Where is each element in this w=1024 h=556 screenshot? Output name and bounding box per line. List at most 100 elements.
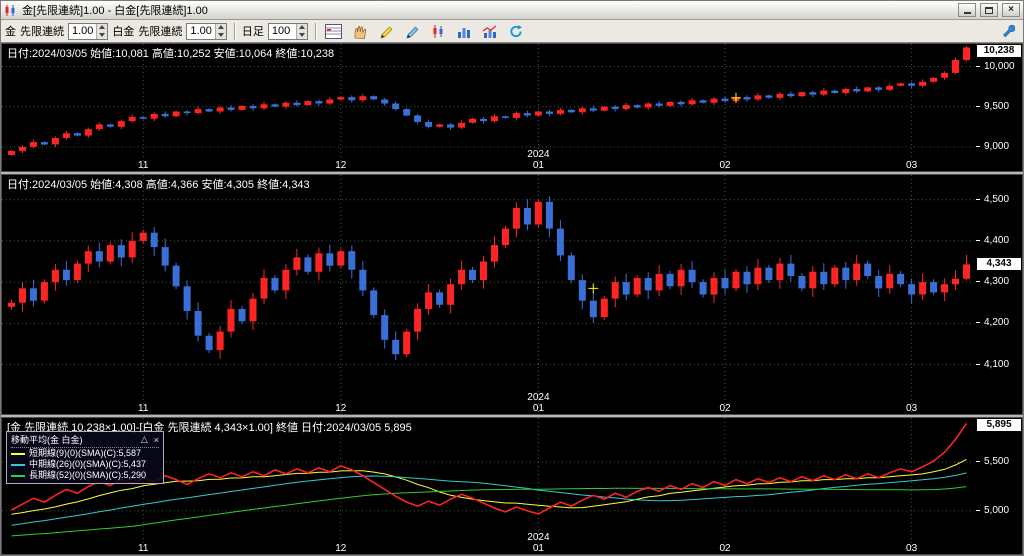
hand-icon [355,25,367,39]
candle-body [150,232,158,248]
x-axis-month-label: 03 [906,543,918,554]
ratio2-spinner[interactable]: 1.00 [186,22,227,40]
gold-chart-panel[interactable]: 11 12 01 2024 02 03 10,000 9,500 9,000 日付:2024/… [1,43,1023,172]
candle-body [765,95,773,98]
candle-body [842,89,850,93]
candle-body [216,331,224,351]
bar-line-chart-type-button[interactable] [479,21,501,41]
titlebar[interactable]: 金[先限連続]1.00 - 白金[先限連続]1.00 × [1,1,1023,20]
candle-body [293,257,301,270]
candle-body [161,247,169,266]
candle-body [117,245,125,258]
close-icon: × [1008,4,1014,15]
candle-body [128,117,136,122]
candle-body [963,264,970,279]
ratio1-spinner[interactable]: 1.00 [68,22,109,40]
candle-body [183,111,191,114]
candle-chart-type-button[interactable] [427,21,449,41]
x-axis-month-label: 01 [533,403,545,414]
candle-body [534,201,542,225]
candle-body [864,263,872,276]
legend-item: 長期線(52)(0)(SMA)(C):5,290 [11,470,159,481]
quote-board-button[interactable] [323,21,345,41]
candle-body [40,142,48,145]
candle-body [249,105,257,109]
legend-close-icon[interactable]: × [154,435,159,445]
close-button[interactable]: × [1002,3,1020,17]
candle-body [864,87,872,92]
y-axis-label: 5,500 [976,456,1009,467]
candle-body [337,97,345,100]
ma-legend[interactable]: 移動平均(金 白金) △ × 短期線(9)(0)(SMA)(C):5,587 中期… [6,431,164,484]
legend-collapse-icon[interactable]: △ [141,434,148,445]
candle-body [688,269,696,283]
candle-body [941,284,949,293]
candle-body [491,245,498,262]
refresh-button[interactable] [505,21,527,41]
minimize-button[interactable] [958,3,976,17]
candle-body [545,201,553,229]
y-axis-label: 10,000 [976,61,1015,72]
candle-body [578,280,586,301]
candle-body [40,282,48,301]
candle-body [425,122,433,127]
candle-body [8,302,15,307]
candle-body [842,267,850,281]
ratio2-spin-buttons[interactable] [214,23,226,39]
x-axis-month-label: 11 [138,160,149,171]
spread-last-price-badge: 5,895 [977,419,1021,431]
candle-body [754,267,762,285]
candle-body [436,124,444,127]
candle-body [216,107,224,112]
spread-chart-panel[interactable]: 11 12 01 2024 02 03 5,500 5,000 [金 先限連続 10,238… [1,417,1023,555]
spin-up-icon[interactable] [97,23,108,31]
candle-body [326,99,334,104]
candle-body [227,107,235,110]
bar-line-chart-icon [482,25,497,38]
hand-tool-button[interactable] [349,21,371,41]
candle-body [600,106,608,111]
crosshair-marker [588,283,599,294]
chart-settings-button[interactable] [997,21,1019,41]
spread-y-axis: 5,500 5,000 [976,418,1022,554]
spin-down-icon[interactable] [97,31,108,39]
candle-body [688,100,696,105]
spin-down-icon[interactable] [296,31,307,39]
platinum-plot[interactable]: 11 12 012024 02 03 [2,175,976,414]
candle-body [831,90,839,93]
bar-count-spinner[interactable]: 100 [267,22,308,40]
candle-body [611,106,619,110]
spin-down-icon[interactable] [215,31,226,39]
candle-body [73,263,81,281]
refresh-icon [510,24,522,37]
bar-count-spin-buttons[interactable] [295,23,307,39]
candle-body [414,115,422,122]
ratio1-spin-buttons[interactable] [96,23,108,39]
maximize-button[interactable] [980,3,998,17]
spin-up-icon[interactable] [215,23,226,31]
candle-body [633,105,641,108]
candle-body [666,101,674,106]
platinum-chart-panel[interactable]: 11 12 01 2024 02 03 4,500 4,400 4,300 4,200 4,100… [1,174,1023,415]
candle-body [150,113,158,119]
spin-up-icon[interactable] [296,23,307,31]
candle-body [139,117,147,119]
legend-item-label: 中期線(26)(0)(SMA)(C):5,437 [29,459,147,469]
candle-body [62,133,70,138]
toolbar: 金 先限連続 1.00 白金 先限連続 1.00 日足 100 [1,20,1023,43]
candle-body [8,150,15,155]
candle-body [644,278,652,291]
candle-body [523,208,531,225]
bar-chart-type-button[interactable] [453,21,475,41]
candle-body [260,104,268,109]
x-axis-month-label: 11 [138,403,149,414]
ratio1-value: 1.00 [72,24,94,37]
gold-plot[interactable]: 11 12 012024 02 03 [2,44,976,171]
quote-board-icon [325,23,343,39]
candle-body [897,273,905,285]
draw-line-tool-button[interactable] [375,21,397,41]
legend-item: 短期線(9)(0)(SMA)(C):5,587 [11,448,159,459]
candle-body [930,282,938,293]
text-annotation-tool-button[interactable] [401,21,423,41]
app-icon [4,4,18,17]
